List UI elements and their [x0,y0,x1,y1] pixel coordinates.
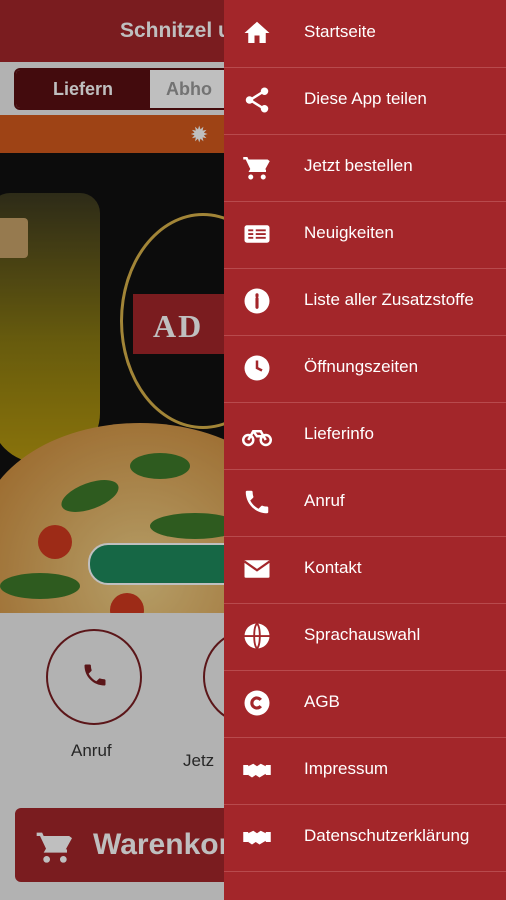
drawer-item-news[interactable]: Neuigkeiten [224,201,506,269]
drawer-item-label: Öffnungszeiten [304,357,419,376]
drawer-item-delivery-info[interactable]: Lieferinfo [224,402,506,470]
drawer-item-order-now[interactable]: Jetzt bestellen [224,134,506,202]
drawer-item-label: Anruf [304,491,345,510]
drawer-item-additives[interactable]: Liste aller Zusatzstoffe [224,268,506,336]
clock-icon [244,355,270,381]
drawer-item-language[interactable]: Sprachauswahl [224,603,506,671]
app-screen: Schnitzel u Liefern Abho ✹ AD Anruf Jetz… [0,0,506,900]
handshake-icon [243,830,271,845]
envelope-icon [243,560,271,578]
drawer-item-label: Diese App teilen [304,89,427,108]
drawer-item-label: AGB [304,692,340,711]
drawer-item-startseite[interactable]: Startseite [224,0,506,68]
drawer-item-label: Neuigkeiten [304,223,394,242]
share-icon [245,87,269,113]
drawer-item-label: Impressum [304,759,389,778]
drawer-item-label: Lieferinfo [304,424,374,443]
drawer-item-terms[interactable]: AGB [224,670,506,738]
news-icon [244,225,270,243]
copyright-icon [244,690,270,716]
info-icon [244,288,270,314]
handshake-icon [243,763,271,778]
drawer-item-label: Liste aller Zusatzstoffe [304,290,474,309]
drawer-item-opening-hours[interactable]: Öffnungszeiten [224,335,506,403]
drawer-item-label: Sprachauswahl [304,625,421,644]
drawer-item-imprint[interactable]: Impressum [224,737,506,805]
phone-icon [245,490,269,514]
globe-icon [244,622,270,650]
drawer-item-privacy[interactable]: Datenschutzerklärung [224,804,506,872]
navigation-drawer: Startseite Diese App teilen Jetzt bestel… [224,0,506,900]
drawer-item-label: Startseite [304,22,376,41]
drawer-item-label: Datenschutzerklärung [304,826,470,845]
drawer-item-contact[interactable]: Kontakt [224,536,506,604]
drawer-item-label: Jetzt bestellen [304,156,413,175]
drawer-item-call[interactable]: Anruf [224,469,506,537]
home-icon [244,21,270,43]
motorbike-icon [242,430,272,447]
drawer-item-share-app[interactable]: Diese App teilen [224,67,506,135]
cart-icon [243,157,270,180]
drawer-item-label: Kontakt [304,558,362,577]
drawer-scrim[interactable] [0,0,224,900]
